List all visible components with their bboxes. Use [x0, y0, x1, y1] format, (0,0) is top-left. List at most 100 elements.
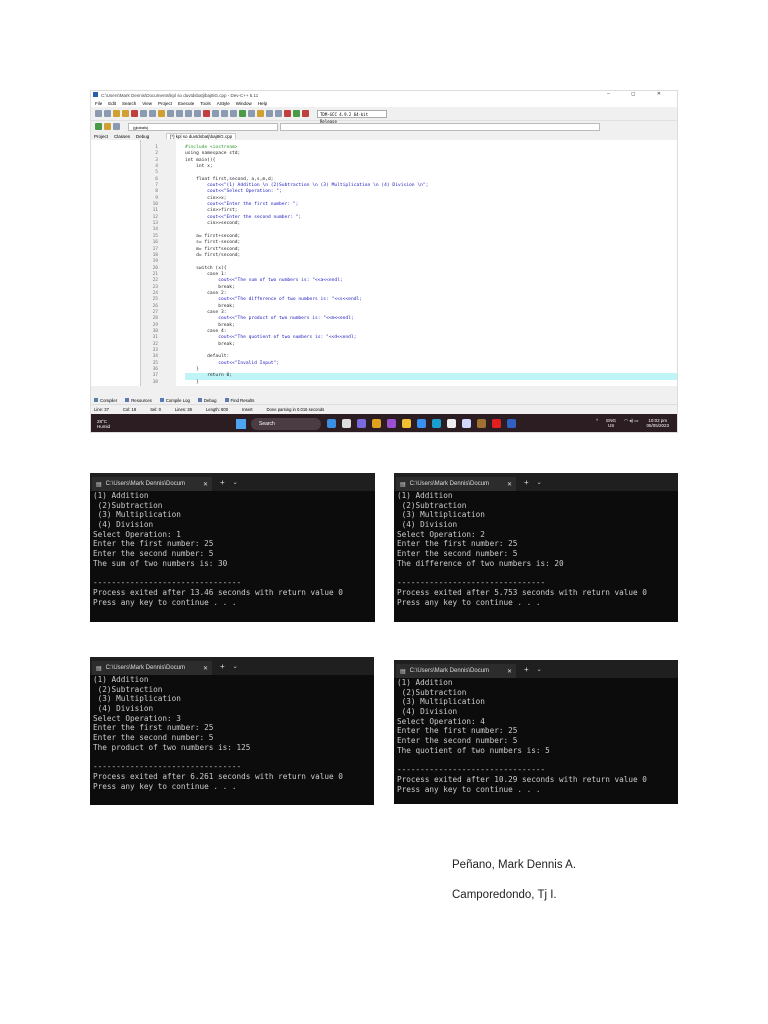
toolbar-icon[interactable] [212, 110, 219, 117]
terminal-line: (3) Multiplication [397, 510, 485, 520]
terminal-line: (1) Addition [93, 675, 149, 684]
terminal-line: Select Operation: 2 [397, 529, 485, 539]
bottom-tab-compiler[interactable]: Compiler [94, 398, 117, 403]
toolbar-icon[interactable] [176, 110, 183, 117]
tab-debug[interactable]: Debug [133, 134, 152, 139]
new-tab-icon[interactable]: + [524, 478, 529, 487]
terminal-output-addition: ▤ C:\Users\Mark Dennis\Docum ✕ + ⌄ (1) Additi… [90, 473, 375, 622]
terminal-line: The sum of two numbers is: 30 [93, 558, 228, 568]
tabs-row: Project Classes Debug [*] kpl so duvtdsbat… [91, 132, 677, 140]
app-icon[interactable] [342, 419, 351, 428]
toolbar-icon[interactable] [113, 123, 120, 130]
function-select[interactable] [280, 122, 600, 131]
editor-file-tab[interactable]: [*] kpl so duvtdsbatj\baj8iG.cpp [166, 133, 237, 139]
bottom-tab-resources[interactable]: Resources [125, 398, 152, 403]
new-tab-icon[interactable]: + [524, 665, 529, 674]
youtube-icon[interactable] [492, 419, 501, 428]
app-icon[interactable] [417, 419, 426, 428]
toolbar-icon[interactable] [248, 110, 255, 117]
code-editor[interactable]: #include <iostream> using namespace std; i… [176, 140, 677, 386]
window-controls[interactable]: – ◻ ✕ [607, 91, 671, 97]
terminal-tab[interactable]: ▤ C:\Users\Mark Dennis\Docum ✕ [92, 661, 212, 675]
menu-item-project[interactable]: Project [158, 101, 172, 106]
toolbar-icon[interactable] [239, 110, 246, 117]
terminal-line: Press any key to continue . . . [93, 781, 237, 791]
terminal-tab[interactable]: ▤ C:\Users\Mark Dennis\Docum ✕ [396, 664, 516, 678]
globals-select[interactable]: (globals) [128, 122, 278, 131]
menu-item-window[interactable]: Window [236, 101, 252, 106]
toolbar-icon[interactable] [122, 110, 129, 117]
app-icon[interactable] [477, 419, 486, 428]
tray-chevron-icon[interactable]: ^ [596, 418, 598, 428]
windows-taskbar: 28°C Humid Search ^ ENG US ◠ ◂) ▭ 10:02 pm… [91, 414, 677, 432]
app-icon[interactable] [462, 419, 471, 428]
toolbar-icon[interactable] [140, 110, 147, 117]
taskbar-search[interactable]: Search [251, 418, 321, 430]
clock[interactable]: 10:02 pm 05/05/2023 [646, 418, 669, 428]
app-icon[interactable] [327, 419, 336, 428]
close-tab-icon[interactable]: ✕ [507, 481, 512, 488]
weather-widget[interactable]: 28°C Humid [97, 419, 110, 429]
new-tab-icon[interactable]: + [220, 478, 225, 487]
toolbar-icon[interactable] [221, 110, 228, 117]
terminal-line: Process exited after 5.753 seconds with … [397, 587, 647, 597]
devcpp-icon[interactable] [507, 419, 516, 428]
chevron-down-icon[interactable]: ⌄ [537, 479, 542, 486]
terminal-tab-title: C:\Users\Mark Dennis\Docum [105, 665, 186, 671]
bottom-tab-debug[interactable]: Debug [198, 398, 217, 403]
language-indicator[interactable]: ENG US [606, 418, 616, 428]
tab-project[interactable]: Project [91, 134, 111, 139]
bottom-tab-compile-log[interactable]: Compile Log [160, 398, 190, 403]
app-icon[interactable] [447, 419, 456, 428]
bottom-tab-find-results[interactable]: Find Results [225, 398, 255, 403]
terminal-tab[interactable]: ▤ C:\Users\Mark Dennis\Docum ✕ [396, 477, 516, 491]
close-tab-icon[interactable]: ✕ [203, 665, 208, 672]
toolbar-icon[interactable] [113, 110, 120, 117]
wifi-volume-battery-icons[interactable]: ◠ ◂) ▭ [624, 418, 638, 428]
compiler-select[interactable]: TDM-GCC 4.9.2 64-bit Release [317, 109, 387, 124]
chevron-down-icon[interactable]: ⌄ [233, 479, 238, 486]
folder-icon[interactable] [402, 419, 411, 428]
toolbar-icon[interactable] [257, 110, 264, 117]
chrome-icon[interactable] [372, 419, 381, 428]
chevron-down-icon[interactable]: ⌄ [537, 666, 542, 673]
toolbar-icon[interactable] [302, 110, 309, 117]
windows-start-icon[interactable] [236, 419, 246, 429]
toolbar-icon[interactable] [284, 110, 291, 117]
toolbar-icon[interactable] [194, 110, 201, 117]
menu-item-file[interactable]: File [95, 101, 102, 106]
toolbar-icon[interactable] [230, 110, 237, 117]
toolbar-icon[interactable] [95, 110, 102, 117]
menu-item-edit[interactable]: Edit [108, 101, 116, 106]
toolbar-icon[interactable] [266, 110, 273, 117]
toolbar-icon[interactable] [104, 123, 111, 130]
ide-title-bar: C:\Users\Mark Dennis\Documents\kpl so du… [91, 91, 677, 99]
toolbar-icon[interactable] [275, 110, 282, 117]
toolbar-icon[interactable] [167, 110, 174, 117]
app-icon[interactable] [357, 419, 366, 428]
terminal-tab[interactable]: ▤ C:\Users\Mark Dennis\Docum ✕ [92, 477, 212, 491]
close-tab-icon[interactable]: ✕ [507, 668, 512, 675]
toolbar-icon[interactable] [203, 110, 210, 117]
terminal-line: Enter the second number: 5 [93, 733, 214, 743]
terminal-line: (1) Addition [93, 491, 149, 500]
chevron-down-icon[interactable]: ⌄ [233, 663, 238, 670]
toolbar-icon[interactable] [185, 110, 192, 117]
menu-item-execute[interactable]: Execute [178, 101, 194, 106]
toolbar-icon[interactable] [95, 123, 102, 130]
new-tab-icon[interactable]: + [220, 662, 225, 671]
close-tab-icon[interactable]: ✕ [203, 481, 208, 488]
tab-classes[interactable]: Classes [111, 134, 133, 139]
app-icon[interactable] [387, 419, 396, 428]
toolbar-icon[interactable] [104, 110, 111, 117]
toolbar-icon[interactable] [131, 110, 138, 117]
menu-item-help[interactable]: Help [258, 101, 267, 106]
menu-item-tools[interactable]: Tools [200, 101, 211, 106]
toolbar-icon[interactable] [158, 110, 165, 117]
menu-item-view[interactable]: View [142, 101, 152, 106]
toolbar-icon[interactable] [149, 110, 156, 117]
menu-item-astyle[interactable]: AStyle [217, 101, 230, 106]
menu-item-search[interactable]: Search [122, 101, 136, 106]
edge-icon[interactable] [432, 419, 441, 428]
toolbar-icon[interactable] [293, 110, 300, 117]
